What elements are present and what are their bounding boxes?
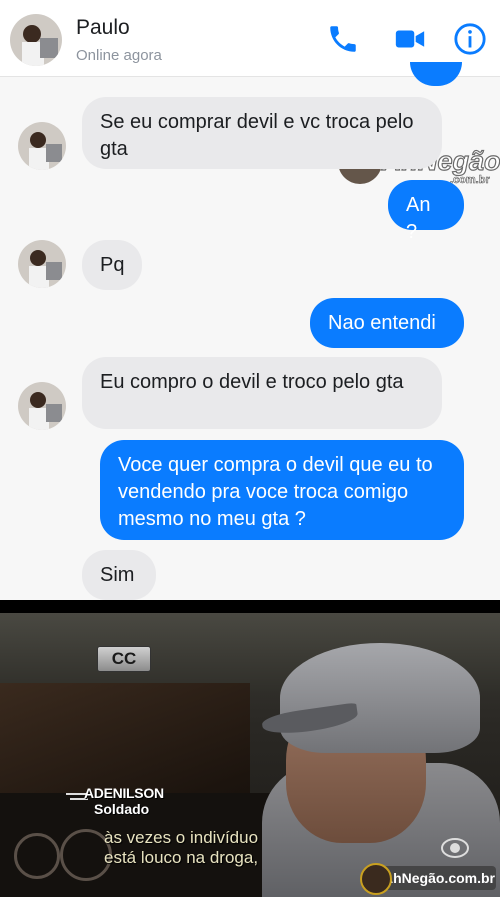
contact-name[interactable]: Paulo [76, 16, 130, 40]
message-bubble-outgoing[interactable]: Voce quer compra o devil que eu to vende… [100, 440, 464, 540]
subtitle-line: está louco na droga, [104, 848, 259, 867]
network-eye-logo-icon [440, 835, 470, 861]
contact-avatar-small [18, 122, 66, 170]
message-bubble-outgoing[interactable]: An ? [388, 180, 464, 243]
watermark-subtext: .com.br [450, 174, 490, 187]
contact-avatar[interactable] [10, 14, 62, 66]
previous-message-bubble [410, 62, 462, 86]
site-mascot-icon [360, 863, 392, 895]
contact-avatar-small [18, 240, 66, 288]
officer-cap [280, 643, 480, 753]
subtitle-line: às vezes o indivíduo [104, 828, 259, 847]
person-name: ADENILSON [84, 785, 164, 801]
video-camera-icon[interactable] [393, 22, 427, 56]
phone-icon[interactable] [326, 22, 360, 56]
message-bubble-incoming[interactable]: Se eu comprar devil e vc troca pelo gta [82, 97, 442, 169]
message-bubble-incoming[interactable]: Eu compro o devil e troco pelo gta [82, 357, 442, 429]
contact-status: Online agora [76, 47, 162, 64]
info-icon[interactable] [453, 22, 487, 56]
lower-third-caption: ADENILSON Soldado [66, 785, 206, 819]
site-badge-text: AhNegão.com.br [382, 866, 496, 890]
site-badge: AhNegão.com.br [360, 863, 500, 895]
messenger-chat: Paulo Online agora AhNegão! .com.br Se e… [0, 0, 500, 600]
closed-caption-badge: CC [97, 646, 151, 672]
contact-avatar-small [18, 382, 66, 430]
message-bubble-outgoing[interactable]: Nao entendi [310, 298, 464, 348]
person-role: Soldado [94, 801, 150, 817]
tv-news-still: CC ADENILSON Soldado às vezes o indivídu… [0, 613, 500, 897]
subtitle-text: às vezes o indivíduo está louco na droga… [104, 828, 258, 868]
message-bubble-incoming[interactable]: Sim [82, 550, 156, 600]
message-bubble-incoming[interactable]: Pq [82, 240, 142, 290]
dashboard-gauge [14, 833, 60, 879]
